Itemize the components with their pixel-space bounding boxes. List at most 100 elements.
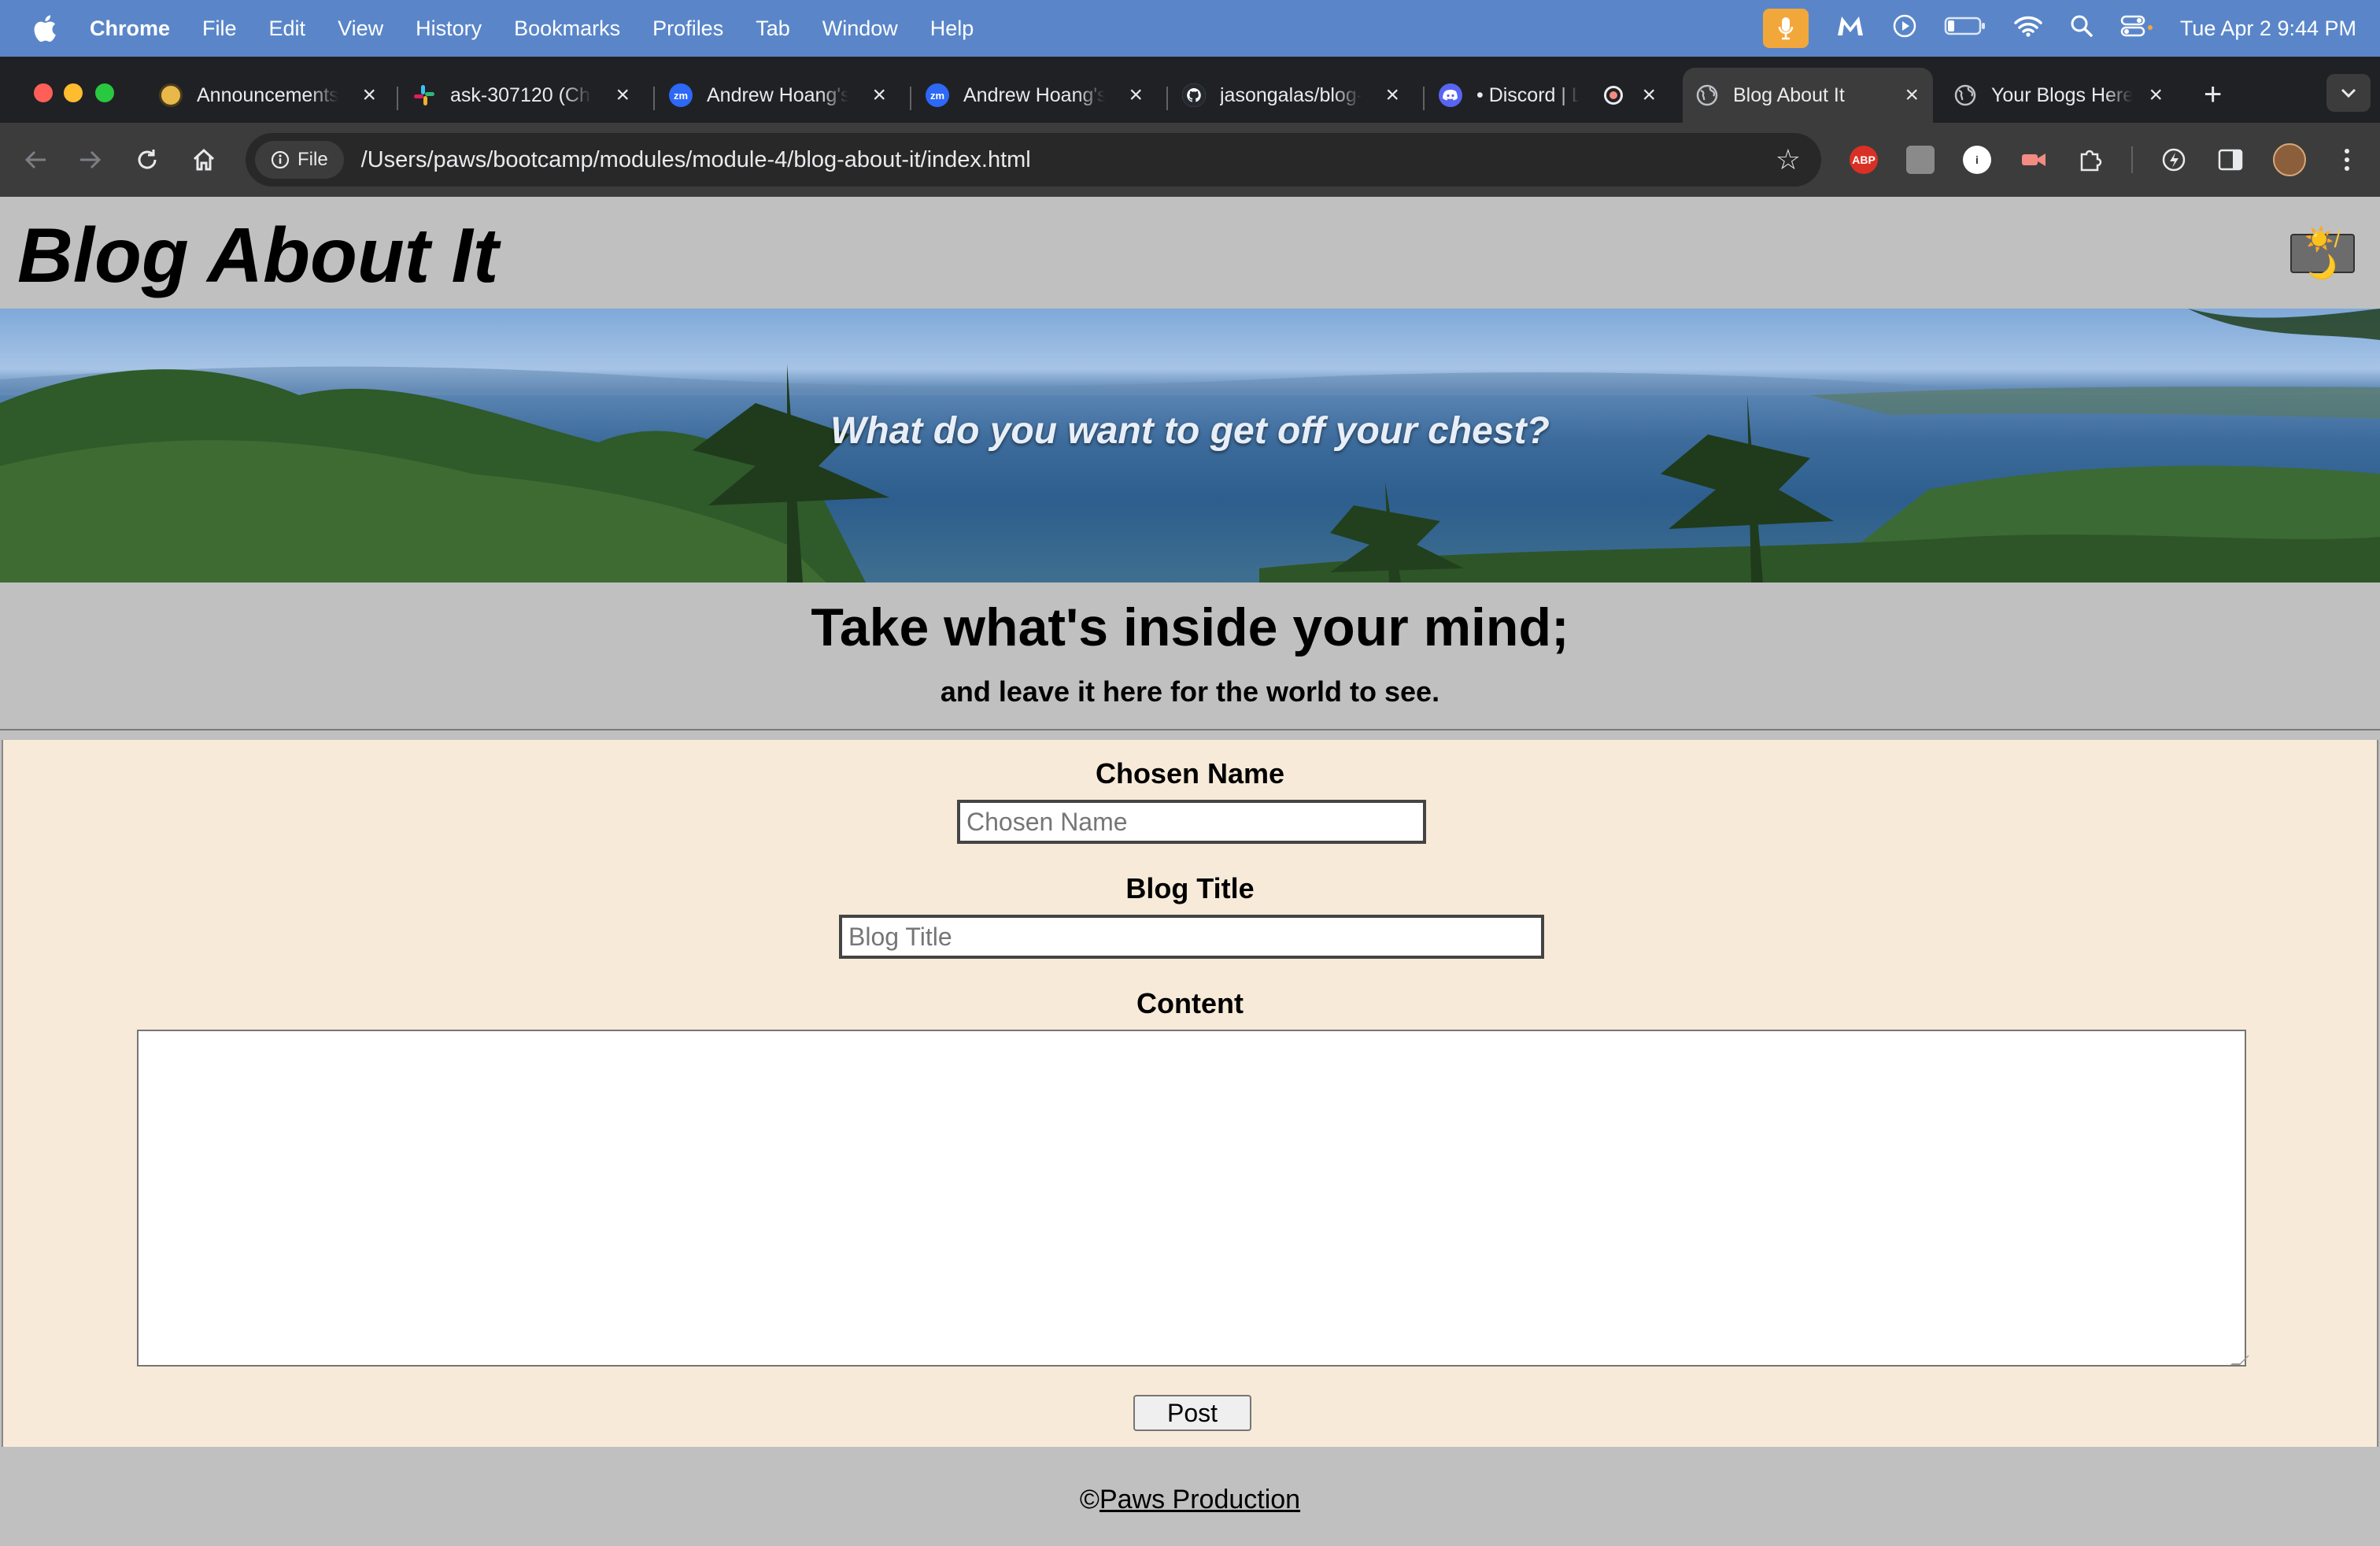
tab-search-chevron-down-icon[interactable]	[2326, 74, 2371, 112]
control-center-icon[interactable]	[2120, 14, 2153, 43]
intro-section: Take what's inside your mind; and leave …	[0, 583, 2380, 730]
microphone-icon[interactable]	[1762, 9, 1809, 48]
info-icon	[271, 150, 290, 169]
tab-your-blogs-here[interactable]: Your Blogs Here ×	[1941, 68, 2177, 123]
site-info-chip[interactable]: File	[255, 141, 344, 179]
close-tab-icon[interactable]: ×	[1642, 82, 1656, 109]
extensions-puzzle-icon[interactable]	[2076, 146, 2105, 174]
minimize-window-button[interactable]	[64, 83, 83, 102]
menu-view[interactable]: View	[338, 17, 383, 41]
tab-discord[interactable]: • Discord | L ×	[1426, 68, 1670, 123]
slack-icon	[412, 83, 436, 107]
close-window-button[interactable]	[34, 83, 53, 102]
menubar-clock[interactable]: Tue Apr 2 9:44 PM	[2180, 17, 2356, 41]
globe-icon	[1953, 83, 1977, 107]
menu-history[interactable]: History	[416, 17, 482, 41]
tab-label: jasongalas/blog-	[1220, 83, 1362, 106]
tab-zoom-2[interactable]: zm Andrew Hoang's ×	[913, 68, 1157, 123]
zoom-icon: zm	[926, 83, 949, 107]
blog-title-input[interactable]	[839, 915, 1544, 959]
tab-blog-about-it[interactable]: Blog About It ×	[1683, 68, 1933, 123]
tab-label: • Discord | L	[1476, 83, 1579, 106]
menu-app-chrome[interactable]: Chrome	[90, 17, 170, 41]
discord-icon	[1439, 83, 1462, 107]
menu-profiles[interactable]: Profiles	[652, 17, 723, 41]
tab-label: Andrew Hoang's	[963, 83, 1105, 106]
menu-edit[interactable]: Edit	[269, 17, 306, 41]
site-title: Blog About It	[17, 212, 499, 298]
content-textarea[interactable]	[137, 1030, 2246, 1367]
tab-zoom-1[interactable]: zm Andrew Hoang's ×	[656, 68, 900, 123]
announcements-favicon	[159, 83, 183, 107]
tab-divider	[1166, 87, 1168, 110]
hero-banner-image: What do you want to get off your chest?	[0, 309, 2380, 583]
toolbar-divider	[2131, 146, 2133, 173]
blog-title-label: Blog Title	[1125, 872, 1255, 904]
tab-github[interactable]: jasongalas/blog- ×	[1170, 68, 1414, 123]
chosen-name-label: Chosen Name	[1095, 757, 1285, 790]
site-info-label: File	[298, 149, 328, 170]
globe-icon	[1695, 83, 1719, 107]
side-panel-icon[interactable]	[2216, 146, 2245, 174]
extension-reader-icon[interactable]	[1906, 146, 1935, 174]
adblock-plus-icon[interactable]: ABP	[1850, 146, 1878, 174]
close-tab-icon[interactable]: ×	[1905, 82, 1919, 109]
close-tab-icon[interactable]: ×	[2149, 82, 2163, 109]
close-tab-icon[interactable]: ×	[1385, 82, 1399, 109]
footer-link-paws-production[interactable]: Paws Production	[1099, 1485, 1300, 1515]
web-page-viewport: Blog About It ☀️/🌙 What do you want to g…	[0, 197, 2380, 1546]
extension-info-icon[interactable]: i	[1963, 146, 1991, 174]
close-tab-icon[interactable]: ×	[615, 82, 630, 109]
site-footer: ©Paws Production	[0, 1447, 2380, 1546]
new-tab-plus-icon[interactable]: +	[2204, 77, 2222, 113]
close-tab-icon[interactable]: ×	[1129, 82, 1143, 109]
chrome-menu-icon[interactable]	[2333, 146, 2361, 174]
spotlight-search-icon[interactable]	[2070, 14, 2094, 43]
tab-announcements[interactable]: Announcements ×	[146, 68, 390, 123]
site-header: Blog About It ☀️/🌙	[0, 197, 2380, 309]
close-tab-icon[interactable]: ×	[872, 82, 886, 109]
apple-logo-icon[interactable]	[31, 13, 58, 43]
reload-icon[interactable]	[128, 140, 167, 179]
browser-toolbar: File /Users/paws/bootcamp/modules/module…	[0, 123, 2380, 197]
tab-divider	[397, 87, 398, 110]
back-arrow-icon[interactable]	[16, 140, 55, 179]
tab-divider	[1423, 87, 1425, 110]
address-bar[interactable]: File /Users/paws/bootcamp/modules/module…	[246, 133, 1821, 187]
url-text[interactable]: /Users/paws/bootcamp/modules/module-4/bl…	[361, 147, 1031, 173]
post-button[interactable]: Post	[1133, 1395, 1251, 1431]
bookmark-star-icon[interactable]: ☆	[1776, 143, 1801, 176]
tab-divider	[653, 87, 655, 110]
zoom-icon: zm	[669, 83, 693, 107]
github-icon	[1182, 83, 1206, 107]
banner-tagline: What do you want to get off your chest?	[830, 410, 1550, 452]
play-circle-icon[interactable]	[1892, 13, 1917, 44]
maximize-window-button[interactable]	[95, 83, 114, 102]
forward-arrow-icon[interactable]	[71, 140, 110, 179]
battery-icon[interactable]	[1944, 16, 1986, 42]
home-icon[interactable]	[184, 140, 224, 179]
menu-bookmarks[interactable]: Bookmarks	[514, 17, 620, 41]
footer-copyright: ©Paws Production	[1080, 1485, 1300, 1515]
profile-avatar[interactable]	[2273, 143, 2306, 176]
tab-slack-ask[interactable]: ask-307120 (Ch ×	[400, 68, 644, 123]
malwarebytes-icon[interactable]	[1835, 13, 1865, 44]
menu-tab[interactable]: Tab	[756, 17, 790, 41]
tab-label: Blog About It	[1733, 83, 1845, 106]
screen-recorder-icon[interactable]	[2020, 146, 2048, 174]
new-blog-post-form: Chosen Name Blog Title Content Post	[2, 740, 2378, 1447]
menu-file[interactable]: File	[202, 17, 237, 41]
macos-menu-bar: Chrome File Edit View History Bookmarks …	[0, 0, 2380, 57]
performance-icon[interactable]	[2160, 146, 2188, 174]
tab-label: Your Blogs Here	[1991, 83, 2133, 106]
theme-toggle-button[interactable]: ☀️/🌙	[2290, 227, 2355, 280]
tab-label: ask-307120 (Ch	[450, 83, 590, 106]
menu-help[interactable]: Help	[930, 17, 974, 41]
tab-label: Announcements	[197, 83, 338, 106]
close-tab-icon[interactable]: ×	[362, 82, 376, 109]
intro-subheading: and leave it here for the world to see.	[940, 675, 1440, 708]
menu-window[interactable]: Window	[822, 17, 898, 41]
wifi-icon[interactable]	[2013, 14, 2043, 43]
chosen-name-input[interactable]	[957, 800, 1426, 844]
browser-tab-strip: Announcements × ask-307120 (Ch × zm Andr…	[0, 57, 2380, 123]
